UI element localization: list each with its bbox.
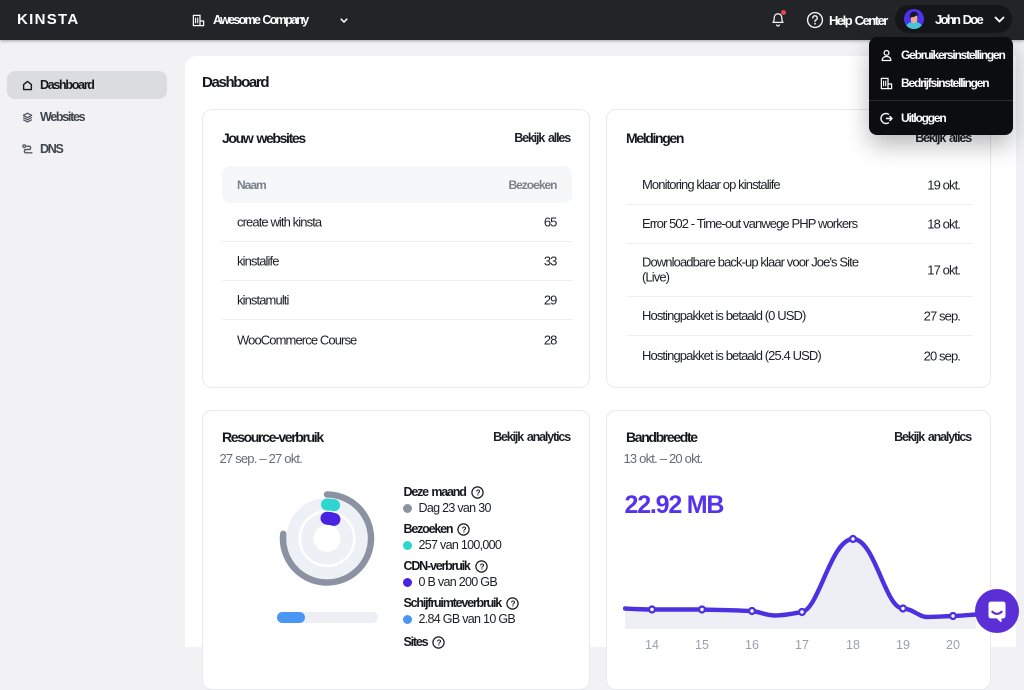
svg-text:?: ? bbox=[479, 562, 484, 571]
svg-text:?: ? bbox=[475, 488, 480, 497]
svg-text:?: ? bbox=[511, 599, 516, 608]
svg-text:?: ? bbox=[462, 525, 467, 534]
svg-text:?: ? bbox=[437, 638, 442, 647]
